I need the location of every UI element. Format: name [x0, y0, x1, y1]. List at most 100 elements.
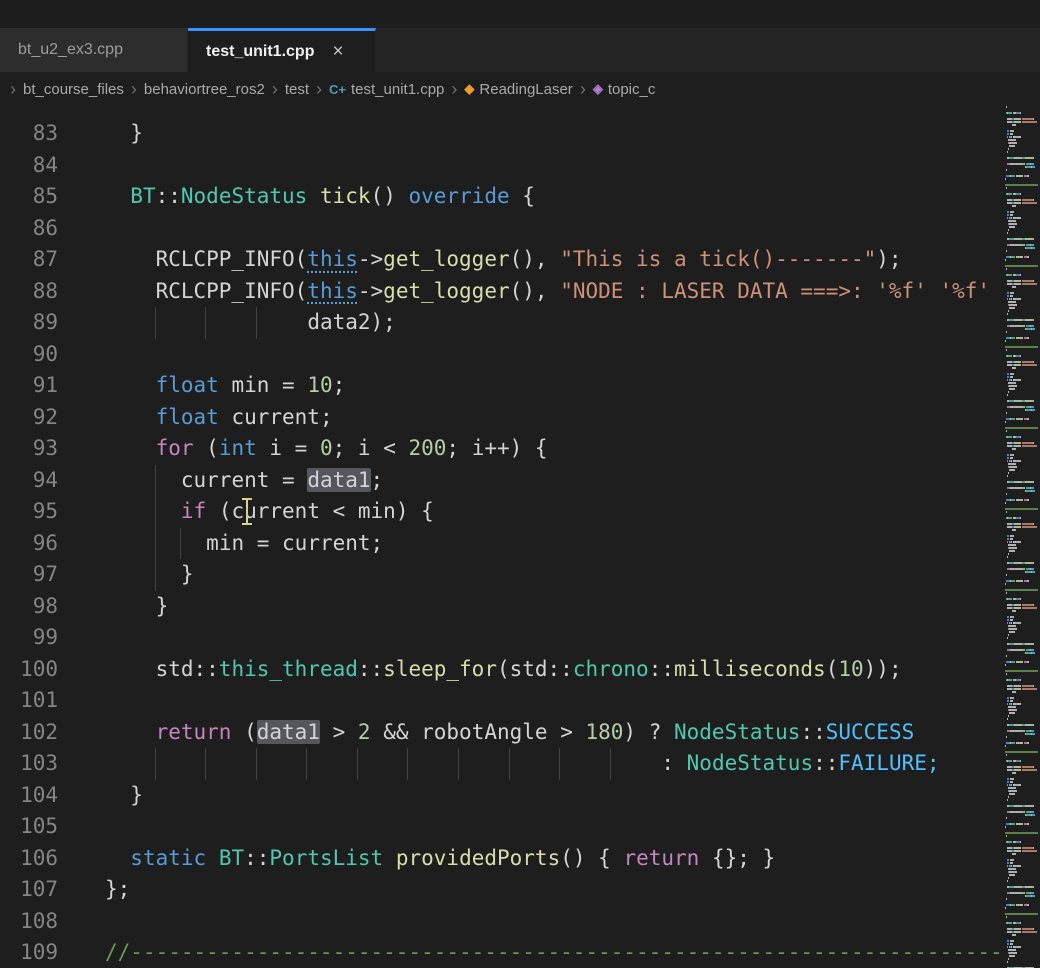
line-number[interactable]: 94 — [0, 465, 105, 497]
minimap-row — [1005, 322, 1040, 324]
line-number[interactable]: 108 — [0, 906, 105, 938]
code-line[interactable]: 101 — [0, 685, 1005, 717]
minimap-row — [1005, 583, 1040, 585]
line-number[interactable]: 99 — [0, 622, 105, 654]
code-token: (std:: — [497, 657, 573, 681]
minimap-row — [1005, 859, 1040, 861]
line-number[interactable]: 90 — [0, 339, 105, 371]
line-number[interactable]: 104 — [0, 780, 105, 812]
minimap-row — [1005, 568, 1040, 570]
minimap-row — [1005, 445, 1040, 447]
line-number[interactable]: 93 — [0, 433, 105, 465]
minimap-row — [1005, 739, 1040, 741]
breadcrumb-item-test_unit1.cpp[interactable]: C+test_unit1.cpp — [329, 81, 444, 98]
code-line[interactable]: 85 BT::NodeStatus tick() override { — [0, 181, 1005, 213]
code-line[interactable]: 103 : NodeStatus::FAILURE; — [0, 748, 1005, 780]
code-line[interactable]: 97 } — [0, 559, 1005, 591]
minimap-row — [1005, 892, 1040, 894]
line-number[interactable]: 86 — [0, 213, 105, 245]
minimap-mark — [1016, 112, 1020, 114]
code-token: ; — [333, 373, 346, 397]
line-number[interactable]: 106 — [0, 843, 105, 875]
line-number[interactable]: 91 — [0, 370, 105, 402]
code-line[interactable]: 83 } — [0, 118, 1005, 150]
line-number[interactable]: 102 — [0, 717, 105, 749]
code-line[interactable]: 99 — [0, 622, 1005, 654]
minimap-row — [1005, 454, 1040, 456]
code-line[interactable]: 95 if (current < min) { — [0, 496, 1005, 528]
code-line[interactable]: 98 } — [0, 591, 1005, 623]
minimap-mark — [1008, 301, 1012, 303]
line-number[interactable]: 100 — [0, 654, 105, 686]
minimap-mark — [1027, 742, 1029, 744]
code-line[interactable]: 84 — [0, 150, 1005, 182]
minimap-row — [1005, 952, 1040, 954]
breadcrumb-item-test[interactable]: test — [285, 81, 309, 98]
code-line[interactable]: 108 — [0, 906, 1005, 938]
minimap-row — [1005, 502, 1040, 504]
code-text: : NodeStatus::FAILURE; — [105, 748, 940, 780]
indent-guide — [407, 748, 459, 780]
code-line[interactable]: 109//-----------------------------------… — [0, 937, 1005, 968]
minimap-mark — [1006, 736, 1007, 738]
minimap-mark — [1022, 280, 1034, 282]
line-number[interactable]: 88 — [0, 276, 105, 308]
minimap-mark — [1031, 244, 1034, 246]
code-line[interactable]: 104 } — [0, 780, 1005, 812]
minimap-mark — [1017, 865, 1021, 867]
line-number[interactable]: 97 — [0, 559, 105, 591]
tab-test_unit1.cpp[interactable]: test_unit1.cpp× — [188, 28, 376, 72]
code-line[interactable]: 90 — [0, 339, 1005, 371]
line-number[interactable]: 85 — [0, 181, 105, 213]
minimap-mark — [1022, 202, 1038, 204]
code-line[interactable]: 102 return (data1 > 2 && robotAngle > 18… — [0, 717, 1005, 749]
line-number[interactable]: 98 — [0, 591, 105, 623]
line-number[interactable]: 83 — [0, 118, 105, 150]
line-number[interactable]: 101 — [0, 685, 105, 717]
minimap-mark — [1007, 394, 1008, 396]
minimap-mark — [1015, 382, 1016, 384]
tab-bt_u2_ex3.cpp[interactable]: bt_u2_ex3.cpp — [0, 28, 188, 72]
line-number[interactable]: 84 — [0, 150, 105, 182]
minimap-row — [1005, 520, 1040, 522]
minimap-mark — [1007, 718, 1008, 720]
code-line[interactable]: 100 std::this_thread::sleep_for(std::chr… — [0, 654, 1005, 686]
minimap-row — [1005, 928, 1040, 930]
breadcrumb-item-topic_c[interactable]: ◈topic_c — [593, 81, 656, 98]
minimap-row — [1005, 556, 1040, 558]
breadcrumb-item-behaviortree_ros2[interactable]: behaviortree_ros2 — [144, 81, 265, 98]
line-number[interactable]: 109 — [0, 937, 105, 968]
line-number[interactable]: 107 — [0, 874, 105, 906]
code-line[interactable]: 88 RCLCPP_INFO(this->get_logger(), "NODE… — [0, 276, 1005, 308]
line-number[interactable]: 103 — [0, 748, 105, 780]
minimap-row — [1005, 184, 1040, 186]
line-number[interactable]: 95 — [0, 496, 105, 528]
line-number[interactable]: 87 — [0, 244, 105, 276]
code-line[interactable]: 87 RCLCPP_INFO(this->get_logger(), "This… — [0, 244, 1005, 276]
breadcrumb-item-bt_course_files[interactable]: bt_course_files — [23, 81, 124, 98]
minimap[interactable] — [1005, 106, 1040, 968]
minimap-mark — [1011, 337, 1015, 339]
code-line[interactable]: 107}; — [0, 874, 1005, 906]
minimap-mark — [1008, 598, 1013, 600]
code-line[interactable]: 89 data2); — [0, 307, 1005, 339]
code-line[interactable]: 94 current = data1; — [0, 465, 1005, 497]
code-line[interactable]: 92 float current; — [0, 402, 1005, 434]
code-line[interactable]: 96 min = current; — [0, 528, 1005, 560]
line-number[interactable]: 96 — [0, 528, 105, 560]
code-line[interactable]: 93 for (int i = 0; i < 200; i++) { — [0, 433, 1005, 465]
minimap-row — [1005, 610, 1040, 612]
code-line[interactable]: 91 float min = 10; — [0, 370, 1005, 402]
line-number[interactable]: 92 — [0, 402, 105, 434]
code-line[interactable]: 106 static BT::PortsList providedPorts()… — [0, 843, 1005, 875]
code-line[interactable]: 105 — [0, 811, 1005, 843]
line-number[interactable]: 105 — [0, 811, 105, 843]
tab-close-icon[interactable]: × — [332, 41, 343, 63]
minimap-row — [1005, 577, 1040, 579]
minimap-row — [1005, 682, 1040, 684]
code-line[interactable]: 86 — [0, 213, 1005, 245]
minimap-row — [1005, 694, 1040, 696]
line-number[interactable]: 89 — [0, 307, 105, 339]
minimap-row — [1005, 571, 1040, 573]
breadcrumb-item-ReadingLaser[interactable]: ◆ReadingLaser — [464, 81, 572, 98]
